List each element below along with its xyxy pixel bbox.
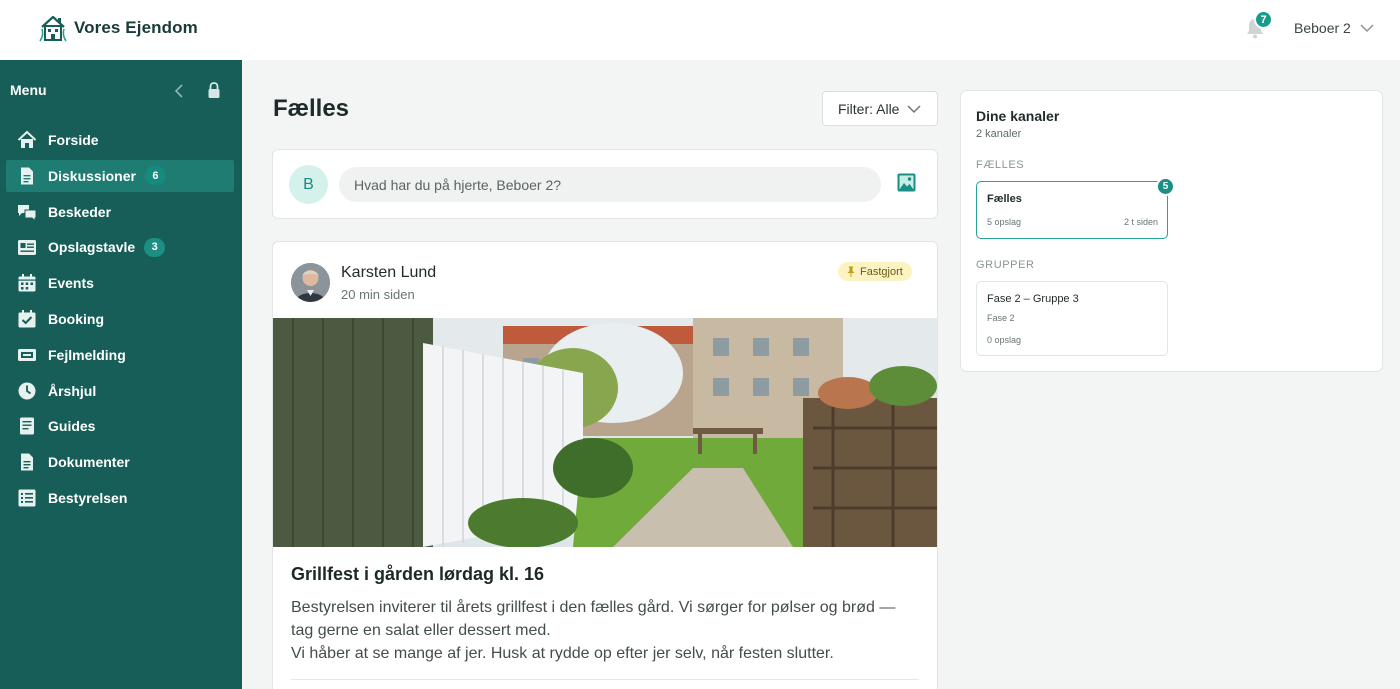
sidebar-item-label: Beskeder [48,203,112,220]
post-card: Karsten Lund 20 min siden Fastgjort Gril… [272,241,938,689]
sidebar-item-arshjul[interactable]: Årshjul [6,375,234,407]
channel-last-activity: 2 t siden [1123,217,1158,227]
filter-dropdown[interactable]: Filter: Alle [822,91,938,126]
sidebar-item-label: Fejlmelding [48,346,126,363]
post-image[interactable] [273,318,938,547]
home-icon [17,130,37,148]
sidebar-item-booking[interactable]: Booking [6,303,234,335]
post-composer: B [272,149,938,219]
section-label-faelles: FÆLLES [976,159,1025,171]
sidebar-item-label: Diskussioner [48,167,136,184]
guide-icon [20,417,34,435]
brand-name: Vores Ejendom [74,18,198,37]
user-name: Beboer 2 [1294,20,1351,36]
clock-icon [18,382,36,400]
sidebar-item-fejlmelding[interactable]: Fejlmelding [6,339,234,371]
file-icon [21,453,33,471]
chevron-down-icon [907,104,921,113]
pin-icon [847,266,855,277]
board-icon [18,240,36,256]
avatar: B [289,165,328,204]
channel-card-gruppe[interactable]: Fase 2 – Gruppe 3 Fase 2 0 opslag [976,281,1168,356]
pinned-label: Fastgjort [860,265,903,278]
channel-post-count: 0 opslag [987,335,1022,345]
sidebar-nav: Forside Diskussioner 6 Beskeder Opslagst… [6,124,234,518]
sidebar-item-label: Dokumenter [48,454,130,471]
house-logo-icon [39,15,67,42]
sidebar-item-label: Opslagstavle [48,239,136,256]
channel-post-count: 5 opslag [987,217,1022,227]
sidebar-item-label: Forside [48,132,99,148]
channels-count: 2 kanaler [976,128,1022,140]
post-title: Grillfest i gården lørdag kl. 16 [291,564,545,584]
filter-label: Filter: Alle [838,100,900,117]
pinned-badge: Fastgjort [838,262,912,281]
chevron-down-icon [1360,24,1374,33]
author-avatar[interactable] [291,263,330,302]
sidebar: Menu Forside Diskussioner 6 Beskeder Ops… [0,60,242,689]
sidebar-item-opslagstavle[interactable]: Opslagstavle 3 [6,231,234,263]
sidebar-item-beskeder[interactable]: Beskeder [6,196,234,228]
sidebar-item-diskussioner[interactable]: Diskussioner 6 [6,159,234,192]
document-icon [21,167,33,185]
sidebar-item-dokumenter[interactable]: Dokumenter [6,446,234,478]
post-body: Bestyrelsen inviterer til årets grillfes… [291,596,921,665]
sidebar-item-label: Events [48,275,94,292]
channels-panel: Dine kanaler 2 kanaler FÆLLES Fælles 5 o… [960,90,1383,372]
top-bar: Vores Ejendom 7 Beboer 2 [0,0,1400,60]
calendar-check-icon [18,309,36,328]
list-icon [18,489,36,507]
page-title: Fælles [273,95,350,122]
post-body-paragraph: Bestyrelsen inviterer til årets grillfes… [291,599,896,639]
sidebar-item-guides[interactable]: Guides [6,410,234,442]
post-timestamp: 20 min siden [341,287,415,302]
sidebar-item-bestyrelsen[interactable]: Bestyrelsen [6,482,234,514]
divider [291,679,919,680]
channel-unread-badge: 5 [1156,177,1175,196]
sidebar-item-label: Årshjul [48,382,97,399]
sidebar-item-forside[interactable]: Forside [6,124,234,156]
collapse-chevron-icon[interactable] [170,82,188,100]
channel-name: Fælles [987,193,1022,205]
section-label-grupper: GRUPPER [976,259,1035,271]
calendar-icon [18,274,36,292]
image-upload-icon[interactable] [897,173,916,192]
notification-badge: 7 [1254,10,1273,29]
post-body-paragraph: Vi håber at se mange af jer. Husk at ryd… [291,645,834,662]
channel-card-faelles[interactable]: Fælles 5 opslag 2 t siden 5 [976,177,1175,239]
post-input[interactable] [339,167,881,202]
sidebar-item-label: Booking [48,310,104,327]
channel-subtitle: Fase 2 [987,313,1015,323]
sidebar-item-label: Bestyrelsen [48,489,128,506]
channels-title: Dine kanaler [976,108,1060,124]
lock-icon[interactable] [205,81,223,99]
user-menu[interactable]: Beboer 2 [1294,20,1375,36]
brand-logo[interactable]: Vores Ejendom [38,13,198,43]
sidebar-item-label: Guides [48,418,96,435]
channel-name: Fase 2 – Gruppe 3 [987,293,1079,305]
opslagstavle-count-badge: 3 [144,237,166,257]
diskussioner-count-badge: 6 [144,166,166,186]
sidebar-title: Menu [10,82,47,98]
chat-icon [18,204,37,222]
wrench-icon [18,348,36,361]
author-photo [291,263,330,302]
post-author[interactable]: Karsten Lund [341,264,436,282]
sidebar-item-events[interactable]: Events [6,267,234,299]
